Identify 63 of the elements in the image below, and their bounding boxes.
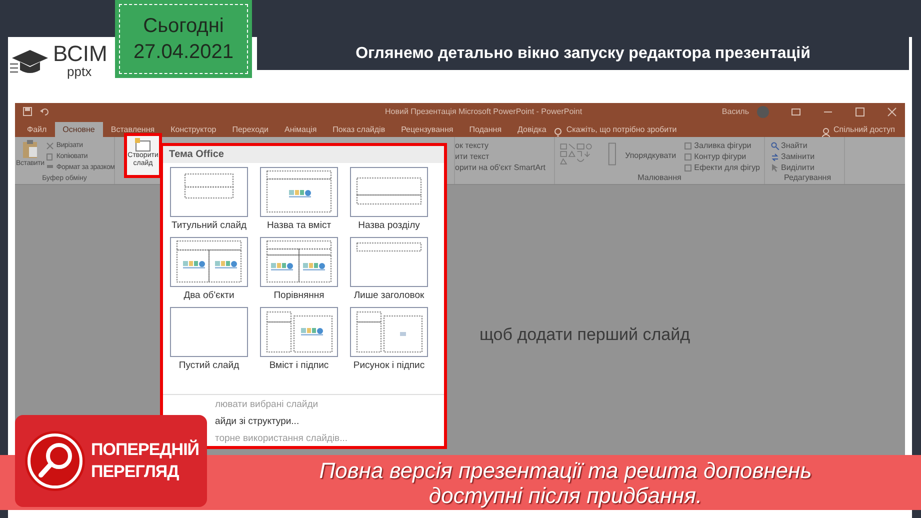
ribbon-tab[interactable]: Анімація [276,122,325,137]
lightbulb-icon [554,128,562,137]
menu-heading: Тема Office [163,146,444,163]
layout-option[interactable]: Назва розділу [347,167,431,231]
ribbon-tab[interactable]: Рецензування [393,122,462,137]
ribbon-tab[interactable]: Довідка [510,122,554,137]
logo-subtext: pptx [67,65,93,78]
shape-format-action[interactable]: Ефекти для фігур [694,162,760,173]
share-button[interactable]: Спільний доступ [830,122,905,137]
badge-text: ПОПЕРЕДНІЙ [91,439,200,461]
ribbon-tab[interactable]: Переходи [224,122,276,137]
clipboard-icon [22,140,38,158]
user-name: Василь [722,107,749,116]
layout-option[interactable]: Рисунок і підпис [347,307,431,371]
close-icon[interactable] [887,106,897,116]
paragraph-action[interactable]: ок тексту [455,140,554,151]
copy-icon [46,152,54,160]
editing-action[interactable]: Виділити [781,162,815,173]
magnifier-icon [23,429,87,493]
save-icon [23,107,32,116]
undo-icon [40,107,49,116]
arrange-button[interactable]: Упорядкувати [625,150,676,161]
date-text: 27.04.2021 [133,41,234,63]
layout-option[interactable]: Титульний слайд [167,167,251,231]
ribbon-tab[interactable]: Основне [54,122,103,137]
badge-text: ПЕРЕГЛЯД [91,461,180,483]
ribbon-tab[interactable]: Показ слайдів [324,122,394,137]
layout-option[interactable]: Порівняння [257,237,341,301]
group-label: Малювання [636,173,682,184]
shape-format-action[interactable]: Заливка фігури [694,140,752,151]
search-icon [771,142,779,150]
layout-option[interactable]: Вміст і підпис [257,307,341,371]
window-title: Новий Презентація Microsoft PowerPoint - PowerPoint [385,107,582,116]
avatar-icon [757,106,769,118]
paragraph-action[interactable]: орити на об'єкт SmartArt [455,162,554,173]
shapes-gallery-icon [559,140,618,168]
slide-title: Оглянемо детально вікно запуску редактора презентацій [255,37,909,70]
banner-message: Повна версія презентації та решта доповнень [319,458,812,482]
ribbon-tab[interactable]: Подання [461,122,510,137]
layout-option[interactable]: Назва та вміст [257,167,341,231]
group-label: Редагування [782,173,832,184]
editing-action[interactable]: Знайти [781,140,808,151]
maximize-icon[interactable] [855,106,865,116]
menu-item[interactable]: айди зі структури... [215,416,300,427]
tell-me-field[interactable]: Скажіть, що потрібно зробити [562,122,681,137]
layout-option[interactable]: Два об'єкти [167,237,251,301]
paragraph-action[interactable]: ити текст [455,151,554,162]
ribbon-tab[interactable]: Конструктор [162,122,224,137]
layout-option[interactable]: Лише заголовок [347,237,431,301]
shape-format-action[interactable]: Контур фігури [694,151,746,162]
ribbon-options-icon[interactable] [791,106,801,116]
slide-placeholder-text: щоб додати перший слайд [480,325,690,345]
layout-option[interactable]: Пустий слайд [167,307,251,371]
replace-icon [771,152,779,160]
ribbon-tab[interactable]: Файл [19,122,55,137]
logo-text: ВСІМ [53,43,108,65]
editing-action[interactable]: Замінити [781,151,815,162]
scissors-icon [46,142,54,150]
banner-message: доступні після придбання. [428,482,702,508]
new-slide-icon [135,138,151,152]
cursor-icon [771,164,779,172]
today-label: Сьогодні [143,15,224,37]
person-icon [822,128,830,137]
